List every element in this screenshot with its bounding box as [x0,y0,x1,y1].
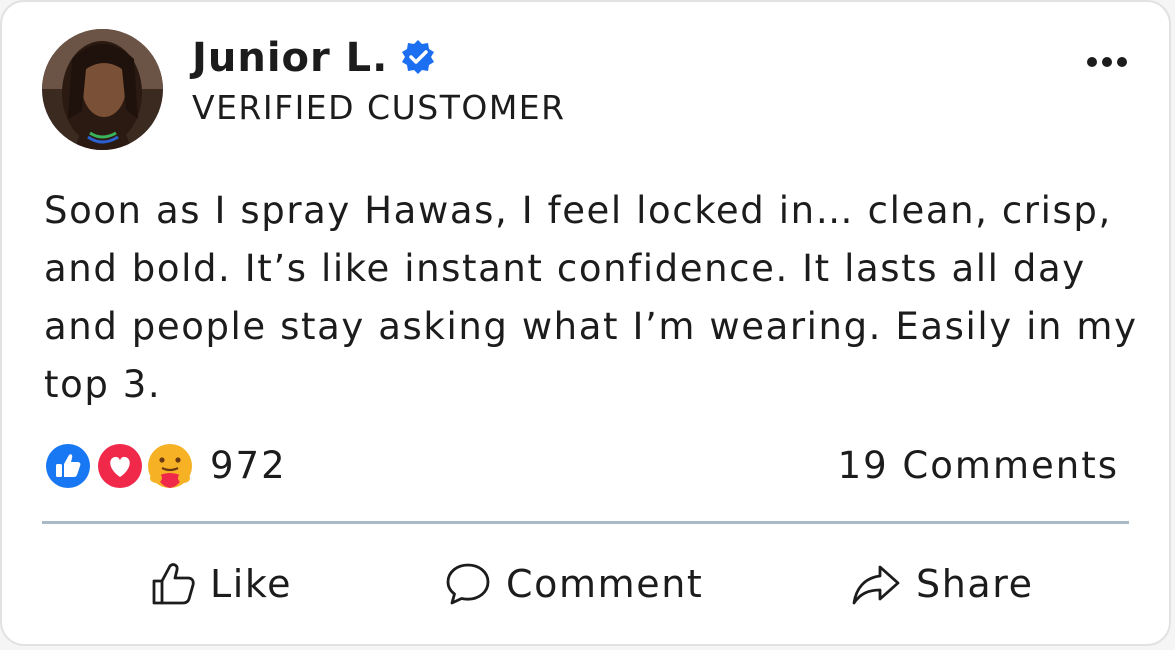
share-label: Share [916,562,1034,606]
comment-button[interactable]: Comment [444,556,703,612]
speech-bubble-icon [446,563,490,605]
care-icon [145,441,195,491]
verified-badge-icon [400,38,436,86]
author-name[interactable]: Junior L. [192,35,388,81]
like-button[interactable]: Like [150,556,292,612]
comment-label: Comment [506,562,704,606]
divider [42,521,1129,524]
more-options-icon [1087,57,1127,67]
like-icon [43,441,93,491]
post-card: Junior L. VERIFIED CUSTOMER Soon as I sp… [0,0,1171,646]
share-arrow-icon [852,565,900,605]
share-button[interactable]: Share [850,556,1034,612]
author-subtitle: VERIFIED CUSTOMER [192,88,566,127]
love-icon [95,441,145,491]
more-options-button[interactable] [1082,50,1132,74]
reaction-icons [43,441,195,491]
reaction-count: 972 [210,444,287,487]
post-text: Soon as I spray Hawas, I feel locked in…… [44,189,1138,406]
avatar[interactable] [42,29,163,150]
author-name-row: Junior L. [192,34,436,86]
comments-count-link[interactable]: 19 Comments [838,440,1119,492]
like-label: Like [210,562,293,606]
thumbs-up-icon [152,563,195,605]
